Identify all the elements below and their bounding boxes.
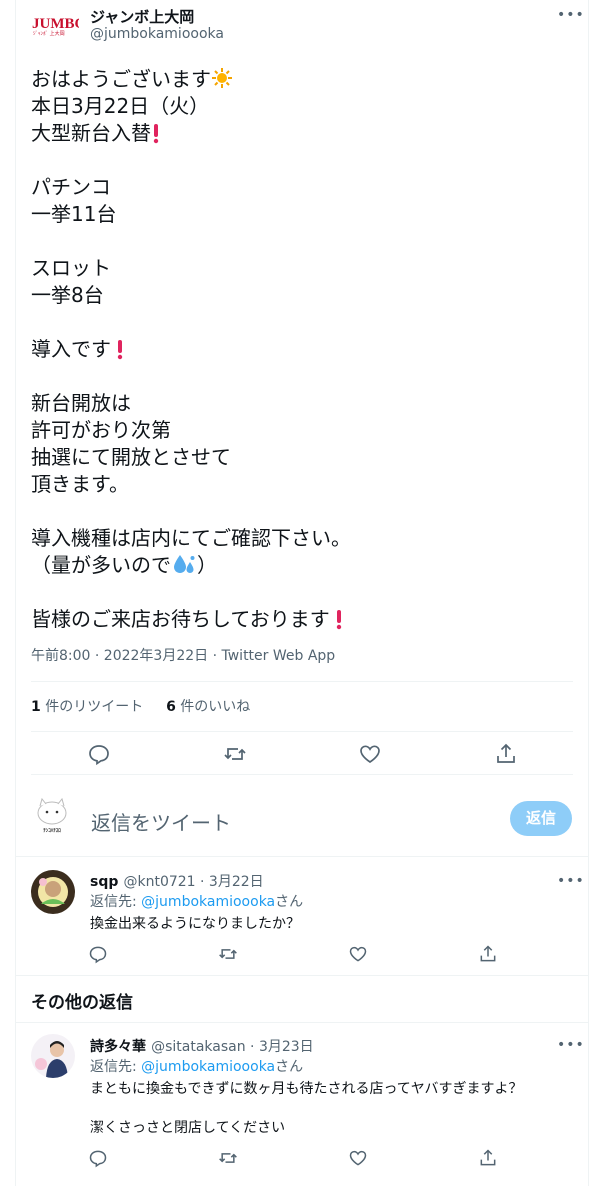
tweet-line: 大型新台入替 — [31, 120, 161, 147]
commenter-handle-date[interactable]: @sitatakasan · 3月23日 — [151, 1039, 314, 1055]
tweet-timestamp[interactable]: 午前8:00 · 2022年3月22日 · Twitter Web App — [31, 645, 335, 665]
exclamation-emoji-icon — [117, 340, 123, 360]
reply-icon[interactable] — [88, 944, 108, 964]
comment-header: 詩多々華 @sitatakasan · 3月23日 — [90, 1036, 314, 1056]
more-options-icon[interactable]: ••• — [557, 8, 585, 22]
divider — [15, 975, 589, 976]
like-icon[interactable] — [348, 1148, 368, 1168]
share-icon[interactable] — [494, 742, 518, 766]
share-icon[interactable] — [478, 944, 498, 964]
tweet-line: 頂きます。 — [31, 472, 129, 496]
commenter-handle-date[interactable]: @knt0721 · 3月22日 — [123, 874, 263, 890]
sun-emoji-icon — [212, 68, 232, 88]
replying-to: 返信先: @jumbokamioookaさん — [90, 894, 304, 910]
retweet-count: 1 — [31, 699, 41, 715]
retweet-icon[interactable] — [218, 1148, 238, 1168]
commenter-avatar[interactable] — [31, 870, 75, 914]
tweet-line: 許可がおり次第 — [31, 418, 171, 442]
jumbo-logo[interactable]: JUMBO ｼﾞｬﾝﾎﾞ 上大岡 — [31, 14, 79, 36]
svg-text:JUMBO: JUMBO — [32, 16, 79, 32]
divider — [15, 856, 589, 857]
tweet-line: パチンコ — [31, 175, 111, 199]
tweet-stats: 1 件のリツイート 6 件のいいね — [31, 696, 250, 716]
tweet-line: 本日3月22日（火） — [31, 94, 210, 118]
reply-input[interactable]: 返信をツイート — [91, 807, 231, 836]
sweat-droplets-emoji-icon — [174, 555, 195, 573]
comment-text: 換金出来るようになりましたか？ — [90, 916, 300, 932]
mention-link[interactable]: @jumbokamioooka — [141, 1059, 275, 1075]
like-icon[interactable] — [358, 742, 382, 766]
comment-text: 潔くさっさと閉店してください — [90, 1120, 286, 1136]
commenter-name[interactable]: sqp — [90, 874, 118, 890]
comment-header: sqp @knt0721 · 3月22日 — [90, 871, 264, 891]
tweet-line: 新台開放は — [31, 391, 131, 415]
mention-link[interactable]: @jumbokamioooka — [141, 894, 275, 910]
like-icon[interactable] — [348, 944, 368, 964]
divider — [31, 681, 573, 682]
commenter-avatar[interactable] — [31, 1034, 75, 1078]
more-options-icon[interactable]: ••• — [557, 874, 585, 888]
tweet-line: 一挙11台 — [31, 202, 117, 226]
retweet-stat-label: 件のリツイート — [40, 699, 144, 715]
like-stat[interactable]: 6 件のいいね — [166, 699, 250, 715]
svg-text:ｼﾞｬﾝﾎﾞ 上大岡: ｼﾞｬﾝﾎﾞ 上大岡 — [33, 30, 65, 36]
like-count: 6 — [166, 699, 176, 715]
tweet-line: 導入機種は店内にてご確認下さい。 — [31, 526, 351, 550]
svg-text:ﾁﾝｺﾊﾁｽﾛ: ﾁﾝｺﾊﾁｽﾛ — [43, 828, 61, 834]
more-options-icon[interactable]: ••• — [557, 1038, 585, 1052]
tweet-line: 一挙8台 — [31, 283, 104, 307]
retweet-icon[interactable] — [218, 944, 238, 964]
like-stat-label: 件のいいね — [175, 699, 251, 715]
divider — [31, 774, 573, 775]
comment-text: まともに換金もできずに数ヶ月も待たされる店ってヤバすぎますよ？ — [90, 1081, 523, 1097]
tweet-line: スロット — [31, 256, 111, 280]
user-avatar[interactable]: ﾁﾝｺﾊﾁｽﾛ — [32, 795, 72, 835]
reply-icon[interactable] — [88, 1148, 108, 1168]
tweet-line: 導入です — [31, 336, 125, 363]
more-replies-heading: その他の返信 — [31, 993, 133, 1013]
author-handle[interactable]: @jumbokamioooka — [90, 26, 224, 42]
retweet-icon[interactable] — [223, 742, 247, 766]
tweet-line: （量が多いので） — [31, 553, 217, 577]
retweet-stat[interactable]: 1 件のリツイート — [31, 699, 143, 715]
divider — [31, 731, 573, 732]
share-icon[interactable] — [478, 1148, 498, 1168]
exclamation-emoji-icon — [153, 124, 159, 144]
tweet-line: 皆様のご来店お待ちしております — [31, 606, 344, 633]
commenter-name[interactable]: 詩多々華 — [90, 1039, 146, 1055]
reply-icon[interactable] — [87, 742, 111, 766]
tweet-line: おはようございます — [31, 66, 233, 93]
tweet-line: 抽選にて開放とさせて — [31, 445, 231, 469]
exclamation-emoji-icon — [336, 610, 342, 630]
reply-button[interactable]: 返信 — [510, 801, 572, 836]
author-name[interactable]: ジャンボ上大岡 — [90, 6, 194, 27]
replying-to: 返信先: @jumbokamioookaさん — [90, 1059, 304, 1075]
divider — [15, 1022, 589, 1023]
